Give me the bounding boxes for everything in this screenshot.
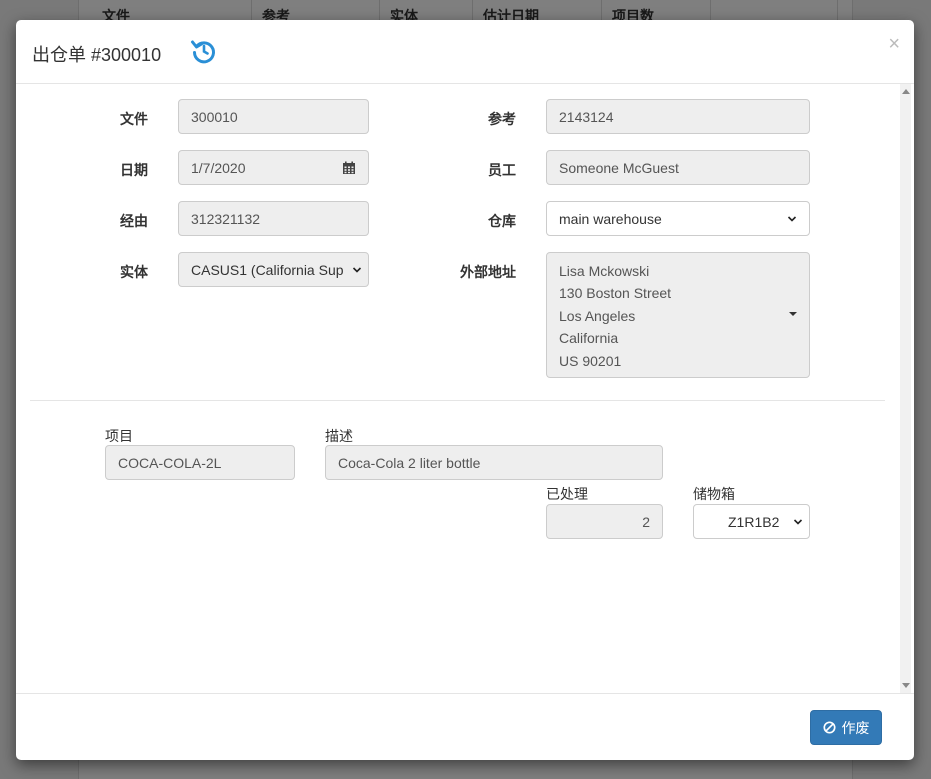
via-field[interactable]: 312321132 bbox=[178, 201, 369, 236]
chevron-down-icon bbox=[787, 215, 797, 222]
document-label: 文件 bbox=[120, 111, 148, 127]
date-field[interactable]: 1/7/2020 bbox=[178, 150, 330, 185]
caret-down-icon bbox=[789, 312, 797, 316]
ban-icon bbox=[822, 721, 836, 734]
reference-label: 参考 bbox=[488, 111, 516, 127]
date-label: 日期 bbox=[120, 162, 148, 178]
entity-select-value: CASUS1 (California Sup bbox=[191, 261, 344, 278]
processed-label: 已处理 bbox=[546, 486, 588, 502]
chevron-down-icon bbox=[352, 266, 362, 273]
calendar-button[interactable] bbox=[329, 150, 369, 185]
external-address-label: 外部地址 bbox=[460, 264, 516, 280]
employee-label: 员工 bbox=[488, 162, 516, 178]
reference-field[interactable]: 2143124 bbox=[546, 99, 810, 134]
item-field[interactable]: COCA-COLA-2L bbox=[105, 445, 295, 480]
warehouse-select-value: main warehouse bbox=[559, 210, 662, 227]
address-line: 130 Boston Street bbox=[559, 285, 672, 302]
address-line: Lisa Mckowski bbox=[559, 263, 650, 279]
address-line: Los Angeles bbox=[559, 307, 636, 324]
address-line: California bbox=[559, 330, 619, 347]
item-label: 项目 bbox=[105, 428, 133, 444]
entity-label: 实体 bbox=[120, 264, 148, 280]
bin-select-value: Z1R1B2 bbox=[728, 513, 780, 530]
void-button[interactable]: 作废 bbox=[810, 710, 882, 745]
modal-footer: 作废 bbox=[16, 693, 914, 760]
outbound-order-modal: 出仓单 #300010 × 文件 300010 参考 2143124 日期 1/… bbox=[16, 20, 914, 760]
scroll-down-icon[interactable] bbox=[902, 683, 910, 688]
section-divider bbox=[30, 400, 885, 401]
scroll-up-icon[interactable] bbox=[902, 89, 910, 94]
modal-header: 出仓单 #300010 × bbox=[16, 20, 914, 84]
history-icon[interactable] bbox=[190, 37, 218, 65]
entity-select[interactable]: CASUS1 (California Sup bbox=[178, 252, 369, 287]
close-button[interactable]: × bbox=[888, 34, 900, 54]
bin-select[interactable]: Z1R1B2 bbox=[693, 504, 810, 539]
document-field[interactable]: 300010 bbox=[178, 99, 369, 134]
void-button-label: 作废 bbox=[841, 719, 870, 736]
description-field[interactable]: Coca-Cola 2 liter bottle bbox=[325, 445, 663, 480]
via-label: 经由 bbox=[120, 213, 148, 229]
chevron-down-icon bbox=[793, 518, 803, 525]
modal-body: 文件 300010 参考 2143124 日期 1/7/2020 员工 Some… bbox=[16, 84, 914, 693]
calendar-icon bbox=[342, 161, 355, 174]
description-label: 描述 bbox=[325, 428, 353, 444]
external-address-dropdown[interactable]: Lisa Mckowski 130 Boston Street Los Ange… bbox=[546, 252, 810, 378]
address-line: US 90201 bbox=[559, 352, 622, 369]
processed-field[interactable]: 2 bbox=[546, 504, 663, 539]
modal-title: 出仓单 #300010 bbox=[32, 45, 162, 65]
modal-scrollbar[interactable] bbox=[900, 84, 911, 693]
warehouse-label: 仓库 bbox=[488, 213, 516, 229]
employee-field[interactable]: Someone McGuest bbox=[546, 150, 810, 185]
bin-label: 储物箱 bbox=[693, 486, 735, 502]
warehouse-select[interactable]: main warehouse bbox=[546, 201, 810, 236]
